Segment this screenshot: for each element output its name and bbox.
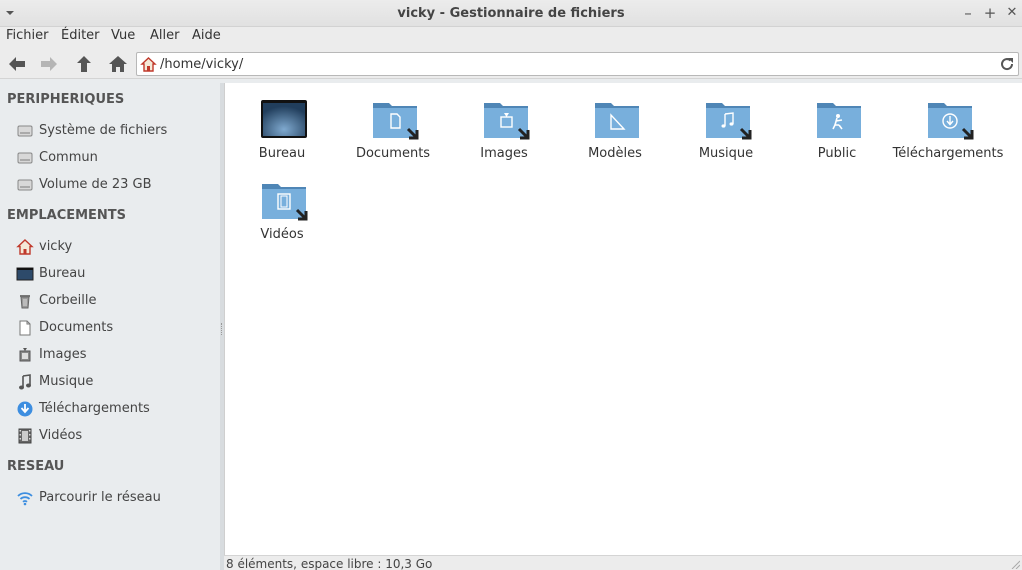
- file-item-modeles[interactable]: Modèles: [560, 83, 670, 161]
- up-arrow-icon: [77, 56, 91, 72]
- resize-grip-icon[interactable]: [1010, 558, 1021, 570]
- file-item-documents[interactable]: Documents: [338, 83, 448, 161]
- sidebar: PERIPHERIQUES Système de fichiers Commun…: [0, 83, 220, 570]
- sidebar-item-parcourir-le-reseau[interactable]: Parcourir le réseau: [16, 487, 216, 509]
- file-item-label: Vidéos: [260, 227, 304, 242]
- close-button[interactable]: ✕: [1003, 4, 1021, 22]
- menu-editer[interactable]: Éditer: [61, 28, 100, 43]
- document-icon: [16, 319, 34, 337]
- sidebar-item-vicky[interactable]: vicky: [16, 236, 216, 258]
- sidebar-item-label: Images: [39, 347, 87, 362]
- file-item-public[interactable]: Public: [782, 83, 892, 161]
- images-folder-icon: [482, 99, 530, 141]
- videos-folder-icon: [260, 180, 308, 222]
- drive-icon: [16, 122, 34, 140]
- toolbar: [0, 49, 1022, 79]
- drive-icon: [16, 149, 34, 167]
- status-text: 8 éléments, espace libre : 10,3 Go: [226, 557, 433, 570]
- image-icon: [16, 346, 34, 364]
- sidebar-item-label: Volume de 23 GB: [39, 177, 152, 192]
- sidebar-item-bureau[interactable]: Bureau: [16, 263, 216, 285]
- sidebar-item-label: Vidéos: [39, 428, 83, 443]
- location-input[interactable]: [160, 55, 990, 73]
- video-icon: [16, 427, 34, 445]
- file-item-images[interactable]: Images: [449, 83, 559, 161]
- forward-button[interactable]: [37, 52, 61, 76]
- sidebar-section-places: EMPLACEMENTS: [7, 208, 127, 223]
- download-icon: [16, 400, 34, 418]
- maximize-button[interactable]: +: [981, 4, 999, 22]
- desktop-icon: [16, 265, 34, 283]
- menu-aide[interactable]: Aide: [192, 28, 221, 43]
- home-button[interactable]: [106, 52, 130, 76]
- home-icon: [16, 238, 34, 256]
- sidebar-item-musique[interactable]: Musique: [16, 371, 216, 393]
- window-title: vicky - Gestionnaire de fichiers: [397, 6, 625, 21]
- music-folder-icon: [704, 99, 752, 141]
- back-arrow-icon: [9, 57, 25, 71]
- splitter-grip: [221, 323, 223, 335]
- sidebar-item-systeme-de-fichiers[interactable]: Système de fichiers: [16, 120, 216, 142]
- music-icon: [16, 373, 34, 391]
- downloads-folder-icon: [926, 99, 974, 141]
- sidebar-item-label: Commun: [39, 150, 98, 165]
- templates-folder-icon: [593, 99, 641, 141]
- home-icon: [109, 56, 127, 72]
- back-button[interactable]: [5, 52, 29, 76]
- file-item-bureau[interactable]: Bureau: [227, 83, 337, 161]
- documents-folder-icon: [371, 99, 419, 141]
- location-home-icon: [140, 56, 157, 77]
- file-item-telechargements[interactable]: Téléchargements: [893, 83, 1003, 161]
- file-item-label: Téléchargements: [892, 146, 1004, 161]
- wifi-icon: [16, 489, 34, 507]
- sidebar-item-documents[interactable]: Documents: [16, 317, 216, 339]
- sidebar-item-commun[interactable]: Commun: [16, 147, 216, 169]
- drive-icon: [16, 176, 34, 194]
- minimize-button[interactable]: –: [959, 4, 977, 22]
- sidebar-item-videos[interactable]: Vidéos: [16, 425, 216, 447]
- menu-bar: Fichier Éditer Vue Aller Aide: [0, 27, 1022, 49]
- sidebar-item-telechargements[interactable]: Téléchargements: [16, 398, 216, 420]
- location-bar: [136, 52, 1019, 76]
- forward-arrow-icon: [41, 57, 57, 71]
- title-bar: vicky - Gestionnaire de fichiers – + ✕: [0, 0, 1022, 27]
- sidebar-item-corbeille[interactable]: Corbeille: [16, 290, 216, 312]
- menu-aller[interactable]: Aller: [150, 28, 179, 43]
- sidebar-item-label: Téléchargements: [39, 401, 150, 416]
- sidebar-item-label: vicky: [39, 239, 73, 254]
- sidebar-item-images[interactable]: Images: [16, 344, 216, 366]
- status-bar: 8 éléments, espace libre : 10,3 Go: [224, 555, 1022, 570]
- sidebar-section-network: RESEAU: [7, 459, 65, 474]
- desktop-folder-icon: [260, 99, 308, 141]
- sidebar-item-label: Corbeille: [39, 293, 97, 308]
- file-view: Bureau Documents Images Modèles Musique …: [224, 83, 1022, 555]
- trash-icon: [16, 292, 34, 310]
- public-folder-icon: [815, 99, 863, 141]
- sidebar-section-devices: PERIPHERIQUES: [7, 92, 125, 107]
- sidebar-item-label: Documents: [39, 320, 114, 335]
- sidebar-item-volume[interactable]: Volume de 23 GB: [16, 174, 216, 196]
- file-item-musique[interactable]: Musique: [671, 83, 781, 161]
- file-item-videos[interactable]: Vidéos: [227, 164, 337, 242]
- sidebar-item-label: Système de fichiers: [39, 123, 168, 138]
- sidebar-item-label: Bureau: [39, 266, 86, 281]
- reload-icon[interactable]: [999, 56, 1015, 76]
- up-button[interactable]: [72, 52, 96, 76]
- menu-vue[interactable]: Vue: [111, 28, 135, 43]
- sidebar-item-label: Parcourir le réseau: [39, 490, 161, 505]
- menu-fichier[interactable]: Fichier: [6, 28, 49, 43]
- sidebar-item-label: Musique: [39, 374, 94, 389]
